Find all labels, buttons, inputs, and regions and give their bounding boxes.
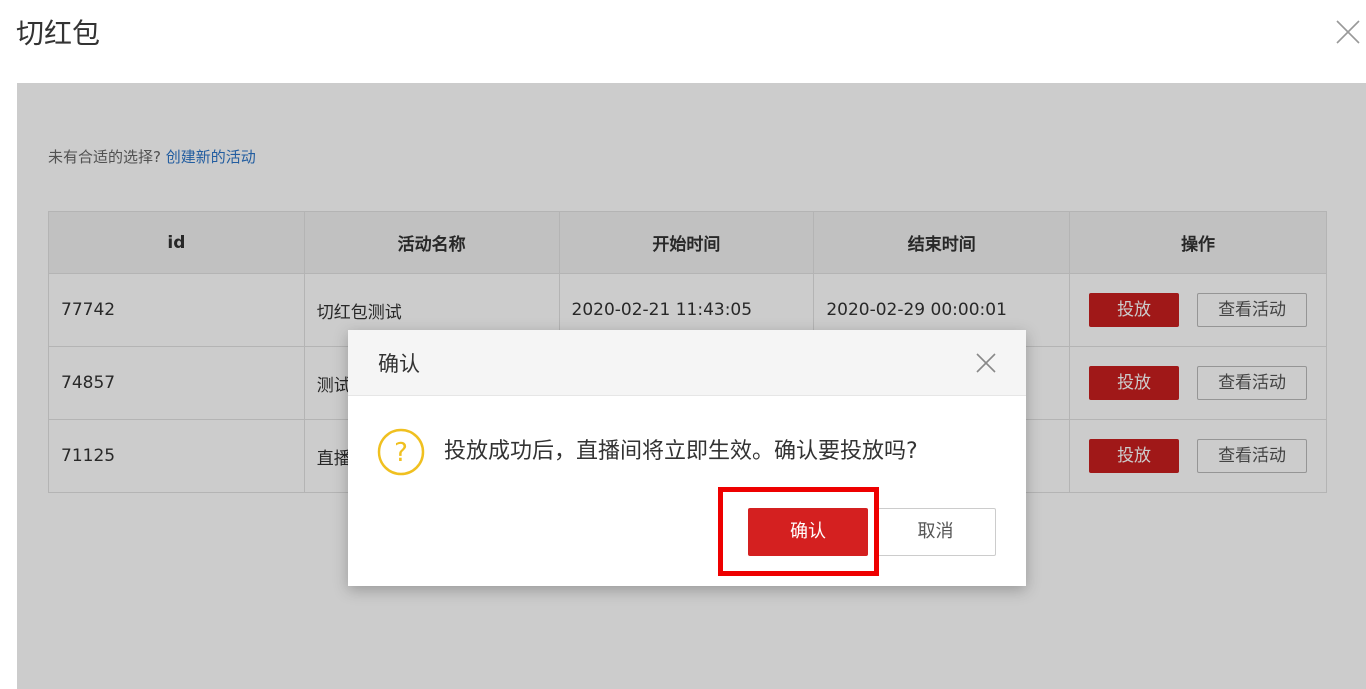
page-title: 切红包 [16, 17, 101, 50]
confirm-dialog: 确认 ? 投放成功后，直播间将立即生效。确认要投放吗? 确认 取消 [348, 330, 1026, 586]
svg-text:?: ? [394, 438, 408, 468]
question-icon: ? [377, 428, 425, 476]
highlight-box [718, 487, 879, 576]
dialog-header: 确认 [348, 330, 1026, 396]
close-icon[interactable] [1334, 18, 1362, 46]
cancel-button[interactable]: 取消 [875, 508, 996, 556]
dialog-title: 确认 [378, 352, 420, 376]
dialog-message: 投放成功后，直播间将立即生效。确认要投放吗? [444, 439, 918, 464]
dialog-close-icon[interactable] [975, 352, 997, 374]
